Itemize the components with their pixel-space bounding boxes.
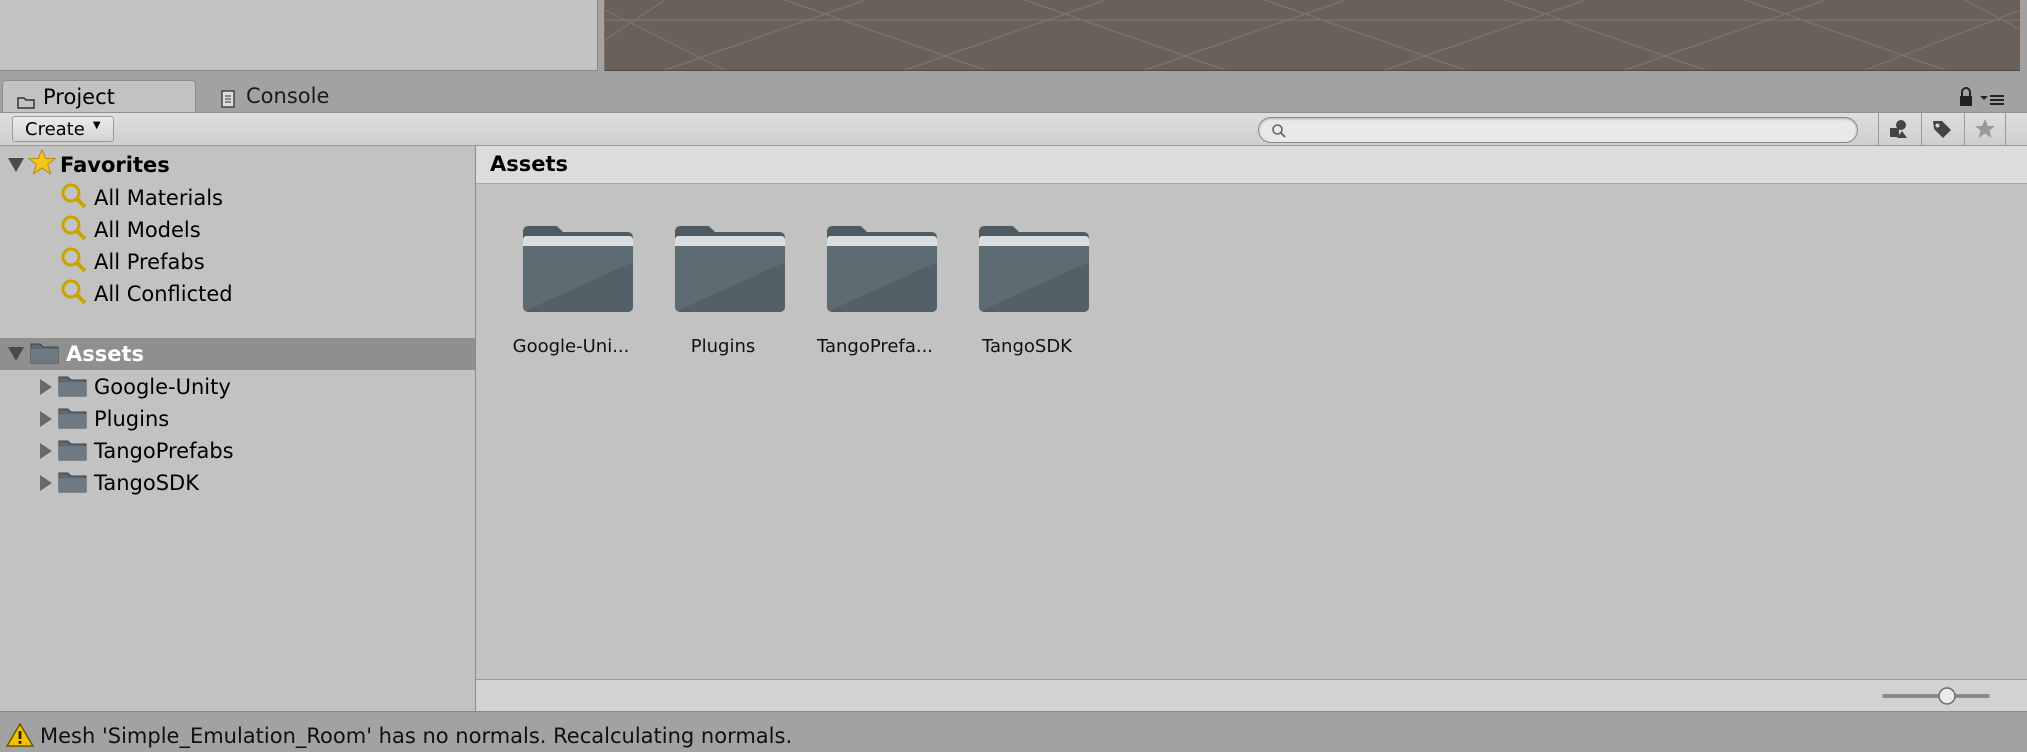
saved-search-icon	[60, 246, 88, 279]
tab-project[interactable]: Project	[2, 80, 196, 112]
tree-folder-label: TangoSDK	[94, 471, 199, 495]
expand-arrow-icon[interactable]	[40, 411, 52, 427]
folder-icon	[17, 90, 35, 109]
pane-edge	[2020, 0, 2027, 72]
folder-icon	[521, 222, 635, 318]
expand-triangle-icon[interactable]	[8, 347, 24, 361]
tree-folder-label: TangoPrefabs	[94, 439, 234, 463]
expand-arrow-icon[interactable]	[40, 443, 52, 459]
tree-folder-item[interactable]: Google-Unity	[40, 372, 231, 402]
favorite-label: All Materials	[94, 186, 223, 210]
expand-triangle-icon[interactable]	[8, 158, 24, 172]
folder-icon	[58, 469, 88, 498]
tab-console[interactable]: Console	[218, 80, 390, 112]
favorite-label: All Prefabs	[94, 250, 205, 274]
favorites-title: Favorites	[60, 153, 170, 177]
saved-search-icon	[60, 214, 88, 247]
tab-console-label: Console	[246, 84, 330, 108]
icon-size-slider[interactable]	[1882, 687, 1990, 705]
search-field[interactable]	[1258, 117, 1858, 143]
folder-icon	[30, 340, 60, 369]
search-icon	[1271, 123, 1287, 143]
create-dropdown-button[interactable]: Create ▼	[12, 116, 114, 142]
lock-and-menu	[1960, 86, 2020, 108]
folder-icon	[825, 222, 939, 318]
favorite-label: All Models	[94, 218, 201, 242]
tree-folder-item[interactable]: TangoSDK	[40, 468, 199, 498]
asset-grid-item[interactable]: Google-Uni...	[501, 216, 641, 366]
expand-arrow-icon[interactable]	[40, 475, 52, 491]
type-filter-icon	[1890, 120, 1907, 138]
saved-search-icon	[60, 278, 88, 311]
favorite-item[interactable]: All Materials	[60, 183, 223, 213]
inspector-pane-top	[0, 0, 598, 71]
favorite-label: All Conflicted	[94, 282, 233, 306]
folder-icon	[977, 222, 1091, 318]
chevron-down-icon: ▼	[92, 119, 101, 131]
warning-icon	[5, 722, 35, 752]
breadcrumb-bar	[476, 146, 2027, 184]
asset-grid-item[interactable]: TangoSDK	[957, 216, 1097, 366]
favorite-item[interactable]: All Prefabs	[60, 247, 205, 277]
create-label: Create	[25, 118, 85, 140]
menu-icon[interactable]	[1980, 95, 2004, 105]
tree-folder-item[interactable]: Plugins	[40, 404, 169, 434]
slider-track	[1882, 694, 1990, 698]
folder-icon	[673, 222, 787, 318]
slider-thumb	[1938, 687, 1956, 705]
expand-arrow-icon[interactable]	[40, 379, 52, 395]
favorites-header[interactable]: Favorites	[8, 148, 170, 182]
asset-grid-label: TangoSDK	[982, 336, 1072, 357]
folder-icon	[58, 437, 88, 466]
saved-search-icon	[60, 182, 88, 215]
asset-grid-item[interactable]: TangoPrefa...	[805, 216, 945, 366]
star-icon	[1975, 119, 1995, 138]
asset-grid-item[interactable]: Plugins	[653, 216, 793, 366]
tab-project-label: Project	[43, 84, 115, 109]
assets-root-item[interactable]: Assets	[8, 339, 144, 369]
save-search-button[interactable]	[1964, 113, 2006, 145]
status-message: Mesh 'Simple_Emulation_Room' has no norm…	[40, 724, 793, 748]
asset-grid-label: Google-Uni...	[512, 336, 630, 357]
asset-footer-bar	[476, 679, 2027, 711]
asset-grid-label: TangoPrefa...	[816, 336, 934, 357]
star-icon	[27, 148, 57, 182]
tree-folder-label: Plugins	[94, 407, 170, 431]
search-by-label-button[interactable]	[1921, 113, 1962, 145]
folder-icon	[58, 373, 88, 402]
scene-grid	[605, 0, 2021, 70]
tree-folder-label: Google-Unity	[94, 375, 231, 399]
favorite-item[interactable]: All Conflicted	[60, 279, 233, 309]
lock-icon[interactable]	[1960, 87, 1972, 106]
asset-grid-label: Plugins	[690, 336, 756, 357]
favorite-item[interactable]: All Models	[60, 215, 201, 245]
scene-view[interactable]	[604, 0, 2021, 71]
tag-icon	[1933, 121, 1951, 138]
search-by-type-button[interactable]	[1878, 113, 1919, 145]
breadcrumb[interactable]: Assets	[490, 152, 568, 176]
tree-folder-item[interactable]: TangoPrefabs	[40, 436, 234, 466]
assets-root-label: Assets	[66, 342, 145, 366]
folder-icon	[58, 405, 88, 434]
search-input[interactable]	[1295, 120, 1839, 142]
console-icon	[220, 89, 238, 108]
